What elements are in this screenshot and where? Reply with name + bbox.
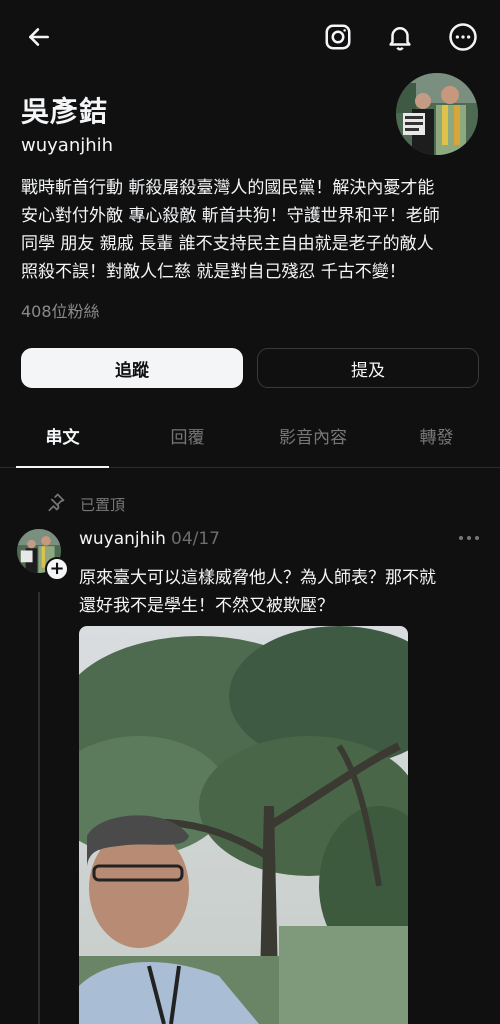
profile-avatar[interactable] <box>396 73 478 155</box>
notification-button[interactable] <box>380 17 420 57</box>
pin-icon <box>46 492 66 516</box>
active-tab-indicator <box>16 466 109 468</box>
post-text-line: 還好我不是學生！不然又被欺壓？ <box>79 596 334 616</box>
pinned-label: 已置頂 <box>80 496 126 514</box>
back-button[interactable] <box>19 17 59 57</box>
bio-line: 戰時斬首行動 斬殺屠殺臺灣人的國民黨！解決內憂才能 <box>21 178 435 198</box>
tab-threads[interactable]: 串文 <box>16 412 109 464</box>
post-text-line: 原來臺大可以這樣威脅他人？為人師表？那不就 <box>79 568 436 588</box>
follow-plus-icon[interactable]: + <box>45 557 69 581</box>
profile-bio: 戰時斬首行動 斬殺屠殺臺灣人的國民黨！解決內憂才能 安心對付外敵 專心殺敵 斬首… <box>21 174 481 286</box>
profile-tabs: 串文 回覆 影音內容 轉發 <box>0 412 500 468</box>
post-date: 04/17 <box>171 529 220 549</box>
post-username[interactable]: wuyanjhih <box>79 529 166 549</box>
followers-count[interactable]: 408位粉絲 <box>21 298 100 322</box>
instagram-button[interactable] <box>318 17 358 57</box>
thread-connector-line <box>38 592 40 1024</box>
tab-replies[interactable]: 回覆 <box>141 412 234 464</box>
more-options-button[interactable] <box>443 17 483 57</box>
tab-media[interactable]: 影音內容 <box>262 412 364 464</box>
bio-line: 照殺不誤！對敵人仁慈 就是對自己殘忍 千古不變！ <box>21 262 406 282</box>
profile-name: 吳彥銡 <box>21 95 109 128</box>
instagram-icon <box>325 24 351 50</box>
follow-button[interactable]: 追蹤 <box>21 348 243 388</box>
bio-line: 同學 朋友 親戚 長輩 誰不支持民主自由就是老子的敵人 <box>21 234 434 254</box>
mention-button[interactable]: 提及 <box>257 348 479 388</box>
post-more-button[interactable] <box>456 530 482 550</box>
more-dots-icon <box>459 536 479 540</box>
bell-icon <box>389 27 411 51</box>
avatar-photo <box>396 73 478 155</box>
more-circle-icon <box>449 23 477 51</box>
post-text: 原來臺大可以這樣威脅他人？為人師表？那不就 還好我不是學生！不然又被欺壓？ <box>79 564 489 620</box>
post-video-thumbnail[interactable] <box>79 626 408 1024</box>
profile-handle: wuyanjhih <box>21 135 114 156</box>
arrow-left-icon <box>29 28 49 46</box>
tab-reposts[interactable]: 轉發 <box>390 412 483 464</box>
video-frame <box>79 626 408 1024</box>
bio-line: 安心對付外敵 專心殺敵 斬首共狗！守護世界和平！老師 <box>21 206 440 226</box>
